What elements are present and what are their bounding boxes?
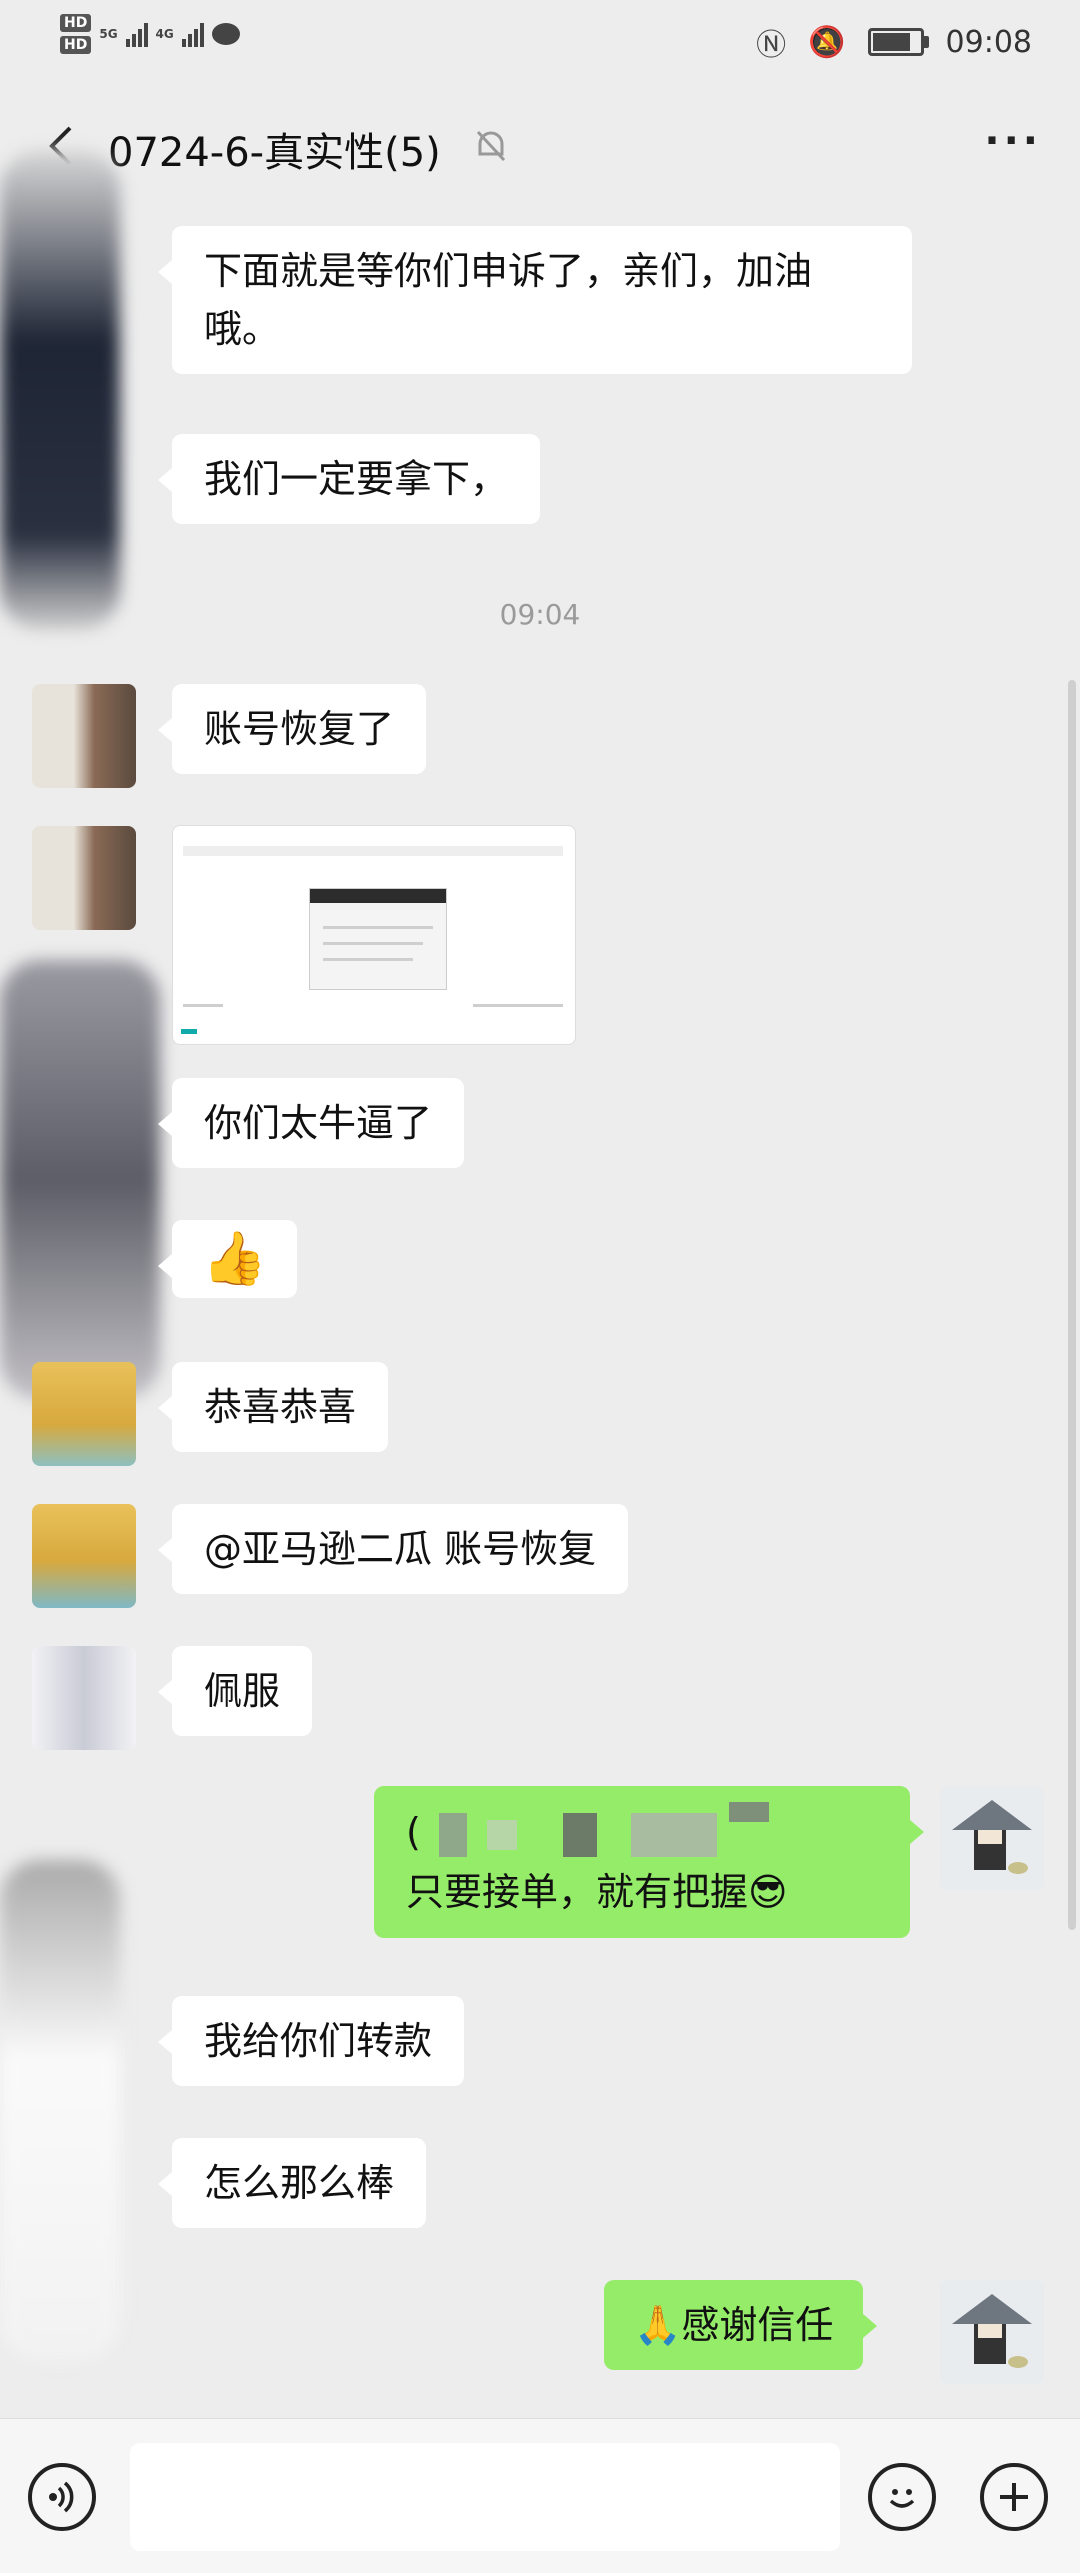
avatar-self[interactable]	[940, 2280, 1044, 2384]
status-time: 09:08	[945, 24, 1032, 60]
image-line	[323, 926, 433, 929]
monk-avatar-icon	[952, 1800, 1032, 1874]
image-message[interactable]	[172, 825, 576, 1045]
voice-icon	[49, 2481, 74, 2513]
avatar-self[interactable]	[940, 1786, 1044, 1890]
silent-icon: 🔕	[808, 24, 846, 60]
avatar[interactable]	[32, 684, 136, 788]
message-bubble-outgoing[interactable]: 🙏感谢信任	[604, 2280, 878, 2370]
image-toolbar	[183, 846, 563, 856]
chat-title[interactable]: 0724-6-真实性(5)	[108, 120, 441, 178]
network-label-1: 5G	[99, 27, 118, 41]
message-line: (	[406, 1802, 878, 1862]
message-bubble[interactable]: 下面就是等你们申诉了，亲们，加油哦。	[158, 226, 912, 374]
smiley-icon	[889, 2489, 915, 2508]
message-timestamp: 09:04	[499, 598, 581, 631]
redacted-block	[563, 1812, 598, 1857]
avatar[interactable]	[32, 1504, 136, 1608]
status-bar-left: HD HD 5G 4G	[60, 14, 240, 54]
more-functions-button[interactable]	[980, 2463, 1048, 2531]
network-label-2: 4G	[155, 27, 174, 41]
blurred-avatar-2	[0, 960, 160, 1400]
redacted-block	[438, 1812, 467, 1857]
image-line	[473, 1004, 563, 1007]
message-bubble[interactable]: 我给你们转款	[157, 1996, 465, 2086]
message-bubble[interactable]: 佩服	[157, 1646, 313, 1736]
message-bubble[interactable]: 你们太牛逼了	[157, 1078, 465, 1168]
signal-icon-1	[125, 21, 148, 47]
message-bubble-outgoing[interactable]: ( 只要接单，就有把握😎	[374, 1786, 924, 1938]
nfc-icon: Ⓝ	[756, 28, 787, 63]
plus-icon	[1000, 2483, 1028, 2511]
message-notification-icon	[211, 23, 240, 45]
avatar[interactable]	[32, 1362, 136, 1466]
battery-icon	[867, 28, 929, 56]
voice-input-button[interactable]	[28, 2463, 96, 2531]
message-text: (	[406, 1810, 421, 1854]
message-bubble[interactable]: 恭喜恭喜	[157, 1362, 389, 1452]
message-bubble[interactable]: 👍	[158, 1220, 297, 1298]
blurred-avatar-3	[0, 1860, 120, 2360]
message-bubble[interactable]: @亚马逊二瓜 账号恢复	[157, 1504, 629, 1594]
message-input[interactable]	[130, 2443, 840, 2551]
chat-header: 0724-6-真实性(5) ···	[0, 80, 1080, 210]
redacted-block	[729, 1802, 770, 1822]
more-options-button[interactable]: ···	[984, 118, 1042, 164]
message-bubble[interactable]: 怎么那么棒	[157, 2138, 427, 2228]
message-bubble[interactable]: 我们一定要拿下，	[157, 434, 541, 524]
avatar[interactable]	[32, 1646, 136, 1750]
hd-badge-1: HD	[60, 14, 92, 32]
image-line	[323, 942, 423, 945]
image-line	[323, 958, 413, 961]
signal-icon-2	[181, 21, 204, 47]
avatar[interactable]	[32, 826, 136, 930]
message-bubble[interactable]: 账号恢复了	[157, 684, 427, 774]
image-line	[183, 1004, 223, 1007]
image-dialog	[309, 888, 447, 990]
monk-avatar-icon	[952, 2294, 1032, 2368]
status-bar: HD HD 5G 4G Ⓝ 🔕 09:08	[0, 0, 1080, 80]
hd-badges: HD HD	[60, 14, 92, 54]
emoji-button[interactable]	[868, 2463, 936, 2531]
status-bar-right: Ⓝ 🔕 09:08	[756, 20, 1032, 64]
redacted-block	[631, 1812, 718, 1857]
bell-off-icon	[474, 128, 508, 172]
blurred-avatar-1	[0, 150, 120, 630]
image-footer	[181, 1029, 197, 1034]
battery-fill	[872, 33, 911, 51]
scrollbar[interactable]	[1068, 680, 1076, 1930]
hd-badge-2: HD	[60, 36, 92, 54]
redacted-block	[487, 1819, 518, 1850]
input-bar	[0, 2418, 1080, 2573]
message-text: 只要接单，就有把握😎	[406, 1870, 788, 1914]
